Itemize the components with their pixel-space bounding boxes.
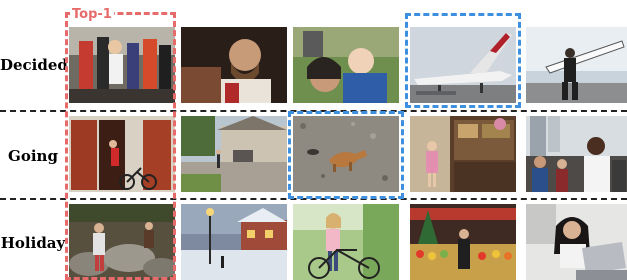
thumbnail-man-in-crowd-street (526, 116, 627, 192)
top1-highlight-column (65, 12, 176, 280)
thumbnail-surfer-on-beach (526, 27, 627, 103)
thumbnail-suburban-driveway (181, 116, 287, 192)
thumbnail-woman-at-laptop (526, 204, 627, 280)
alt-highlight-dog (288, 111, 404, 199)
row-label-decided: Decided (0, 56, 68, 74)
row-label-going: Going (8, 147, 58, 165)
thumbnail-woman-with-baby (293, 27, 399, 103)
thumbnail-christmas-market-stalls (410, 204, 516, 280)
thumbnail-bearded-man-portrait (181, 27, 287, 103)
figure-grid: Decided Going Holiday Top-1 (0, 0, 627, 280)
thumbnail-girl-in-market-shop (410, 116, 516, 192)
top1-label: Top-1 (70, 7, 114, 22)
thumbnail-woman-with-bicycle (293, 204, 399, 280)
alt-highlight-airplane (405, 13, 521, 108)
thumbnail-snowy-street-dusk (181, 204, 287, 280)
row-label-holiday: Holiday (0, 234, 66, 252)
